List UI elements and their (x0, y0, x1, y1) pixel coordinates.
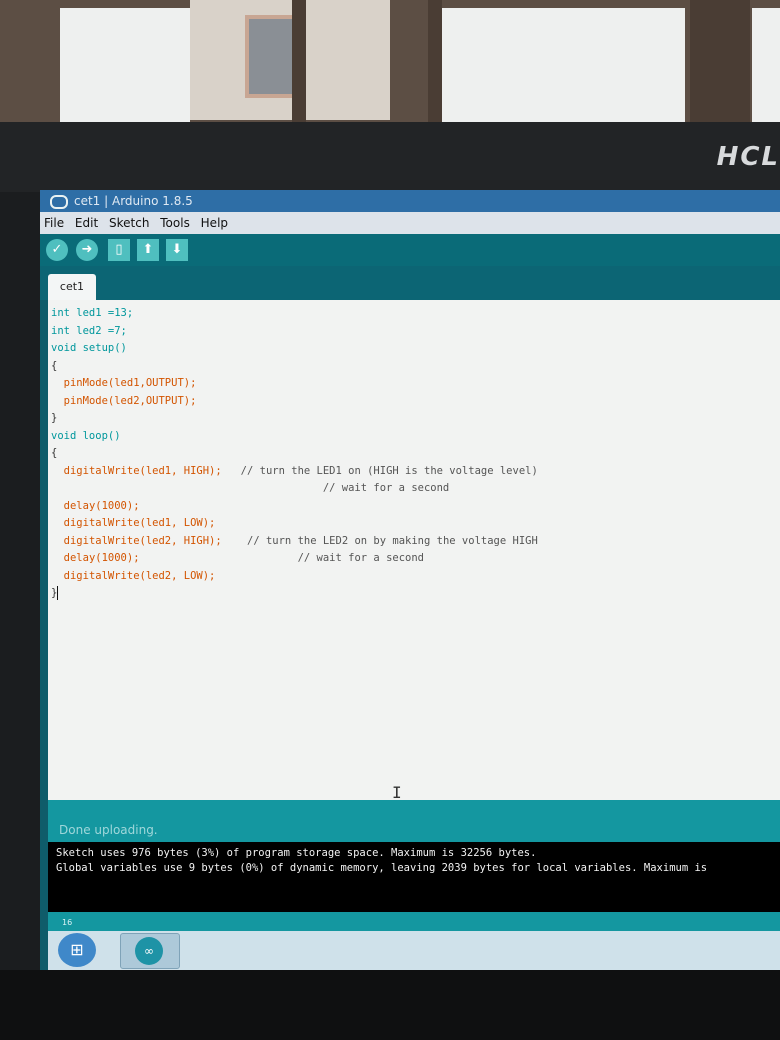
code-comment: // wait for a second (297, 552, 424, 564)
tab-strip: cet1 (40, 266, 780, 300)
title-bar: cet1 | Arduino 1.8.5 (40, 190, 780, 212)
windows-logo-icon: ⊞ (70, 940, 84, 959)
code-line: digitalWrite(led2, LOW); (63, 569, 216, 582)
open-button[interactable]: ⬆ (137, 239, 159, 261)
code-line: void loop() (51, 429, 121, 442)
verify-button[interactable]: ✓ (46, 239, 68, 261)
arduino-logo-icon: ∞ (135, 937, 163, 965)
window-frame (428, 0, 442, 128)
code-line: digitalWrite(led2, HIGH); (63, 534, 222, 547)
arrow-up-icon: ⬆ (142, 242, 154, 257)
tab-cet1[interactable]: cet1 (48, 274, 96, 300)
code-comment: // wait for a second (322, 482, 450, 494)
text-caret (57, 586, 59, 600)
checkmark-icon: ✓ (51, 242, 63, 257)
console-line: Global variables use 9 bytes (0%) of dyn… (56, 862, 708, 874)
window-frame (292, 0, 306, 128)
screen: cet1 | Arduino 1.8.5 File Edit Sketch To… (40, 190, 780, 970)
mouse-ibeam-cursor-icon: I (392, 783, 402, 800)
code-line: pinMode(led1,OUTPUT); (63, 377, 197, 389)
monitor-brand-logo: HCL (716, 142, 780, 172)
console-text: Sketch uses 976 bytes (3%) of program st… (56, 846, 707, 876)
status-bar: Done uploading. (48, 800, 780, 842)
code-line: int led1 =13; (51, 307, 134, 319)
new-file-icon: ▯ (115, 242, 123, 257)
arrow-right-icon: ➜ (81, 242, 93, 257)
status-message: Done uploading. (59, 823, 158, 837)
window-pane (752, 8, 780, 123)
start-button[interactable]: ⊞ (58, 933, 96, 967)
code-line: int led2 =7; (51, 324, 127, 337)
taskbar-arduino-button[interactable]: ∞ (120, 933, 180, 969)
menu-sketch[interactable]: Sketch (109, 216, 149, 230)
menu-help[interactable]: Help (201, 216, 228, 230)
code-line: { (51, 447, 58, 459)
console-line: Sketch uses 976 bytes (3%) of program st… (56, 847, 537, 859)
code-line: digitalWrite(led1, HIGH); (63, 464, 222, 477)
window-title: cet1 | Arduino 1.8.5 (74, 194, 193, 208)
taskbar: ⊞ ∞ (48, 931, 780, 970)
code-text: int led1 =13; int led2 =7; void setup() … (51, 305, 538, 603)
arrow-down-icon: ⬇ (171, 242, 183, 257)
code-comment: // turn the LED2 on by making the voltag… (247, 534, 538, 547)
window-pane (440, 8, 685, 123)
new-button[interactable]: ▯ (108, 239, 130, 261)
menu-edit[interactable]: Edit (75, 216, 98, 230)
code-line: delay(1000); (63, 499, 140, 512)
code-editor[interactable]: int led1 =13; int led2 =7; void setup() … (48, 300, 780, 800)
monitor-bezel-top (0, 122, 780, 192)
monitor-bezel-bottom (0, 970, 780, 1040)
arduino-logo-icon (50, 194, 68, 209)
code-line: } (51, 412, 58, 424)
menu-file[interactable]: File (44, 216, 64, 230)
code-line: pinMode(led2,OUTPUT); (63, 394, 197, 407)
menu-bar: File Edit Sketch Tools Help (40, 212, 780, 234)
code-line: digitalWrite(led1, LOW); (63, 517, 216, 529)
menu-tools[interactable]: Tools (160, 216, 190, 230)
output-console[interactable]: Sketch uses 976 bytes (3%) of program st… (48, 842, 780, 912)
code-comment: // turn the LED1 on (HIGH is the voltage… (240, 464, 538, 477)
window-pane (60, 8, 190, 123)
code-line: void setup() (51, 342, 127, 354)
toolbar: ✓ ➜ ▯ ⬆ ⬇ (40, 234, 780, 266)
code-line: { (51, 359, 58, 372)
window-frame (690, 0, 750, 128)
upload-button[interactable]: ➜ (76, 239, 98, 261)
line-number: 16 (62, 918, 73, 927)
save-button[interactable]: ⬇ (166, 239, 188, 261)
code-line: delay(1000); (63, 552, 140, 564)
